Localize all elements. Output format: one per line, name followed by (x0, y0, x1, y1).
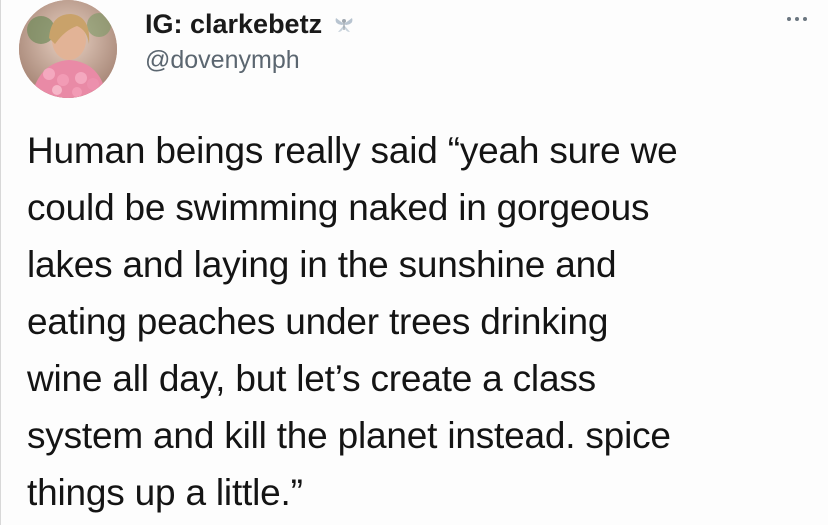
fairy-emoji-icon (332, 12, 356, 36)
dot (787, 17, 791, 21)
tweet-text: Human beings really said “yeah sure we c… (27, 130, 678, 513)
more-options-icon[interactable] (780, 8, 814, 30)
author-name-row[interactable]: IG: clarkebetz (145, 6, 356, 42)
dot (795, 17, 799, 21)
dot (803, 17, 807, 21)
profile-photo (19, 0, 117, 98)
avatar[interactable] (19, 0, 117, 98)
author-handle[interactable]: @dovenymph (145, 46, 300, 75)
tweet-card: IG: clarkebetz @dovenymph Human beings r… (0, 0, 828, 525)
display-name[interactable]: IG: clarkebetz (145, 9, 322, 40)
